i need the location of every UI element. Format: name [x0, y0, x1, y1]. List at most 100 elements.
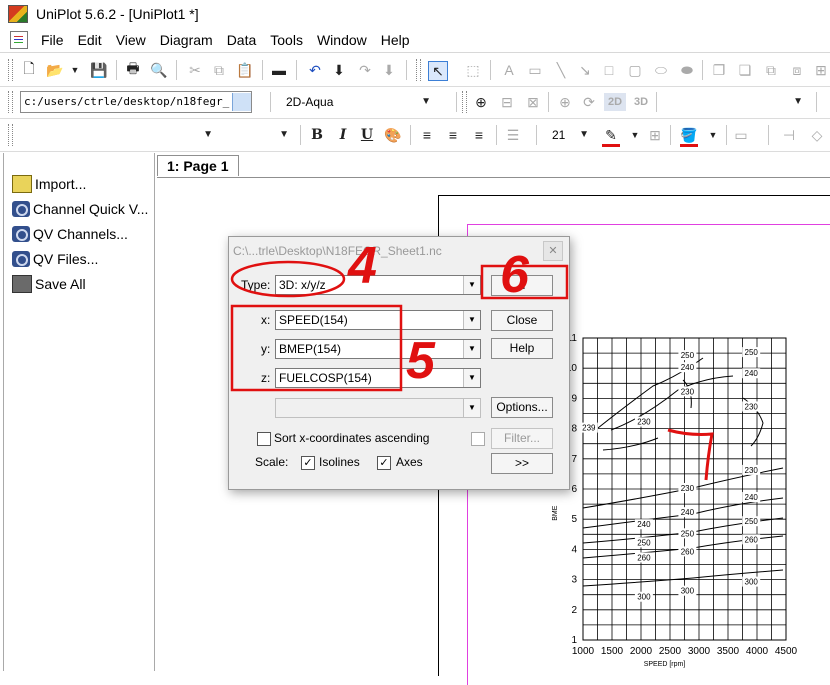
menu-window[interactable]: Window [310, 28, 374, 52]
sidebar-item-channel-quick-view[interactable]: Channel Quick V... [4, 196, 154, 221]
italic-button[interactable]: I [334, 126, 352, 144]
isolines-checkbox[interactable]: ✓ [301, 456, 315, 470]
sort-checkbox[interactable] [257, 432, 271, 446]
sidebar-item-import[interactable]: Import... [4, 171, 154, 196]
separator [176, 60, 177, 80]
menu-view[interactable]: View [109, 28, 153, 52]
new-plot-icon[interactable]: ⊕ [472, 93, 490, 111]
options-button[interactable]: Options... [491, 397, 553, 418]
menu-file[interactable]: File [34, 28, 71, 52]
x-channel-value: SPEED(154) [279, 313, 348, 327]
channel-edit-icon[interactable]: ⊠ [524, 93, 542, 111]
align-icon[interactable]: ⊞ [812, 61, 830, 79]
font-name-combo[interactable]: ▼ [18, 124, 218, 146]
layout-icon[interactable]: ▬ [270, 61, 288, 79]
frame-tool-icon[interactable]: ▭ [526, 61, 544, 79]
expand-button[interactable]: >> [491, 453, 553, 474]
save-icon[interactable]: 💾 [90, 61, 108, 79]
menu-edit[interactable]: Edit [71, 28, 109, 52]
tab-page-1[interactable]: 1: Page 1 [157, 155, 239, 176]
open-dropdown-icon[interactable]: ▼ [66, 61, 84, 79]
path-browse-button[interactable] [232, 93, 251, 111]
document-icon[interactable] [10, 31, 28, 49]
fill-color-dropdown-icon[interactable]: ▼ [704, 126, 722, 144]
pen-color-icon[interactable]: ✎ [602, 126, 620, 147]
toolbar-grip[interactable] [462, 91, 467, 113]
y-channel-select[interactable]: BMEP(154) ▼ [275, 339, 481, 359]
bring-front-icon[interactable]: ❐ [710, 61, 728, 79]
mode-2d-button[interactable]: 2D [604, 93, 626, 111]
add-button[interactable]: d [491, 275, 553, 296]
toolbar-grip[interactable] [416, 59, 421, 81]
group-icon[interactable]: ⧉ [762, 61, 780, 79]
align-left-icon[interactable]: ≡ [418, 126, 436, 144]
y-axis-label: BME [552, 505, 559, 521]
line-tool-icon[interactable]: ╲ [552, 61, 570, 79]
sidebar-item-save-all[interactable]: Save All [4, 271, 154, 296]
redo-icon[interactable]: ↷ [356, 61, 374, 79]
undo-dropdown-icon[interactable]: ⬇ [330, 61, 348, 79]
ungroup-icon[interactable]: ⧈ [788, 61, 806, 79]
cut-icon[interactable]: ✂ [186, 61, 204, 79]
close-button[interactable]: Close [491, 310, 553, 331]
line-width-combo[interactable]: 21 ▼ [548, 124, 594, 146]
arrow-tool-icon[interactable]: ↘ [576, 61, 594, 79]
axes-checkbox[interactable]: ✓ [377, 456, 391, 470]
menu-data[interactable]: Data [220, 28, 264, 52]
sidebar-item-qv-files[interactable]: QV Files... [4, 246, 154, 271]
select-arrow-icon[interactable]: ↖ [428, 61, 448, 81]
print-preview-icon[interactable]: 🔍 [150, 61, 168, 79]
open-icon[interactable]: 📂 [46, 61, 64, 79]
dataset-combo[interactable]: ▼ [662, 91, 808, 113]
undo-icon[interactable]: ↶ [306, 61, 324, 79]
rotate-icon[interactable]: ⟳ [580, 93, 598, 111]
border-icon[interactable]: ⊞ [646, 126, 664, 144]
extra-channel-select[interactable]: ▼ [275, 398, 481, 418]
color-palette-icon[interactable]: 🎨 [384, 126, 402, 144]
ellipse-tool-icon[interactable]: ⬭ [652, 61, 670, 79]
rounded-rect-tool-icon[interactable]: ▢ [626, 61, 644, 79]
x-channel-select[interactable]: SPEED(154) ▼ [275, 310, 481, 330]
new-icon[interactable]: 🗋 [20, 60, 38, 79]
z-channel-select[interactable]: FUELCOSP(154) ▼ [275, 368, 481, 388]
rectangle-tool-icon[interactable]: □ [600, 61, 618, 79]
filled-ellipse-tool-icon[interactable]: ⬬ [678, 61, 696, 79]
toolbar-grip[interactable] [8, 91, 13, 113]
pen-color-dropdown-icon[interactable]: ▼ [626, 126, 644, 144]
menu-tools[interactable]: Tools [263, 28, 310, 52]
send-back-icon[interactable]: ❏ [736, 61, 754, 79]
text-tool-icon[interactable]: A [500, 61, 518, 79]
copy-icon[interactable]: ⧉ [210, 61, 228, 79]
data-toolbar: c:/users/ctrle/desktop/n18fegr_ 2D-Aqua … [0, 87, 830, 119]
toolbar-grip[interactable] [8, 124, 13, 146]
bold-button[interactable]: B [308, 126, 326, 144]
help-button[interactable]: Help [491, 338, 553, 359]
rect-select-icon[interactable]: ⬚ [464, 61, 482, 79]
list-icon[interactable]: ☰ [504, 126, 522, 144]
align-center-icon[interactable]: ≡ [444, 126, 462, 144]
crosshair-icon[interactable]: ⊕ [556, 93, 574, 111]
print-icon[interactable]: 🖶 [124, 60, 142, 79]
filter-button[interactable]: Filter... [491, 428, 553, 449]
window-icon[interactable]: ▭ [732, 126, 750, 144]
filter-checkbox[interactable] [471, 432, 485, 446]
file-path-combo[interactable]: c:/users/ctrle/desktop/n18fegr_ [20, 91, 252, 113]
channel-icon[interactable]: ⊟ [498, 93, 516, 111]
type-select[interactable]: 3D: x/y/z ▼ [275, 275, 481, 295]
contour-plot[interactable]: 2392302502402302502402302302402502603002… [552, 333, 798, 668]
font-size-combo[interactable]: ▼ [228, 124, 294, 146]
close-icon[interactable]: ✕ [543, 241, 563, 261]
cursor-icon[interactable]: ⊣ [780, 126, 798, 144]
mode-3d-button[interactable]: 3D [630, 93, 652, 111]
menu-diagram[interactable]: Diagram [153, 28, 220, 52]
menu-help[interactable]: Help [374, 28, 417, 52]
code-icon[interactable]: ◇ [808, 126, 826, 144]
sidebar-item-qv-channels[interactable]: QV Channels... [4, 221, 154, 246]
palette-combo[interactable]: 2D-Aqua ▼ [282, 91, 436, 113]
fill-color-icon[interactable]: 🪣 [680, 126, 698, 147]
paste-icon[interactable]: 📋 [236, 61, 254, 79]
underline-button[interactable]: U [358, 126, 376, 144]
align-right-icon[interactable]: ≡ [470, 126, 488, 144]
redo-dropdown-icon[interactable]: ⬇ [380, 61, 398, 79]
toolbar-grip[interactable] [8, 59, 13, 81]
